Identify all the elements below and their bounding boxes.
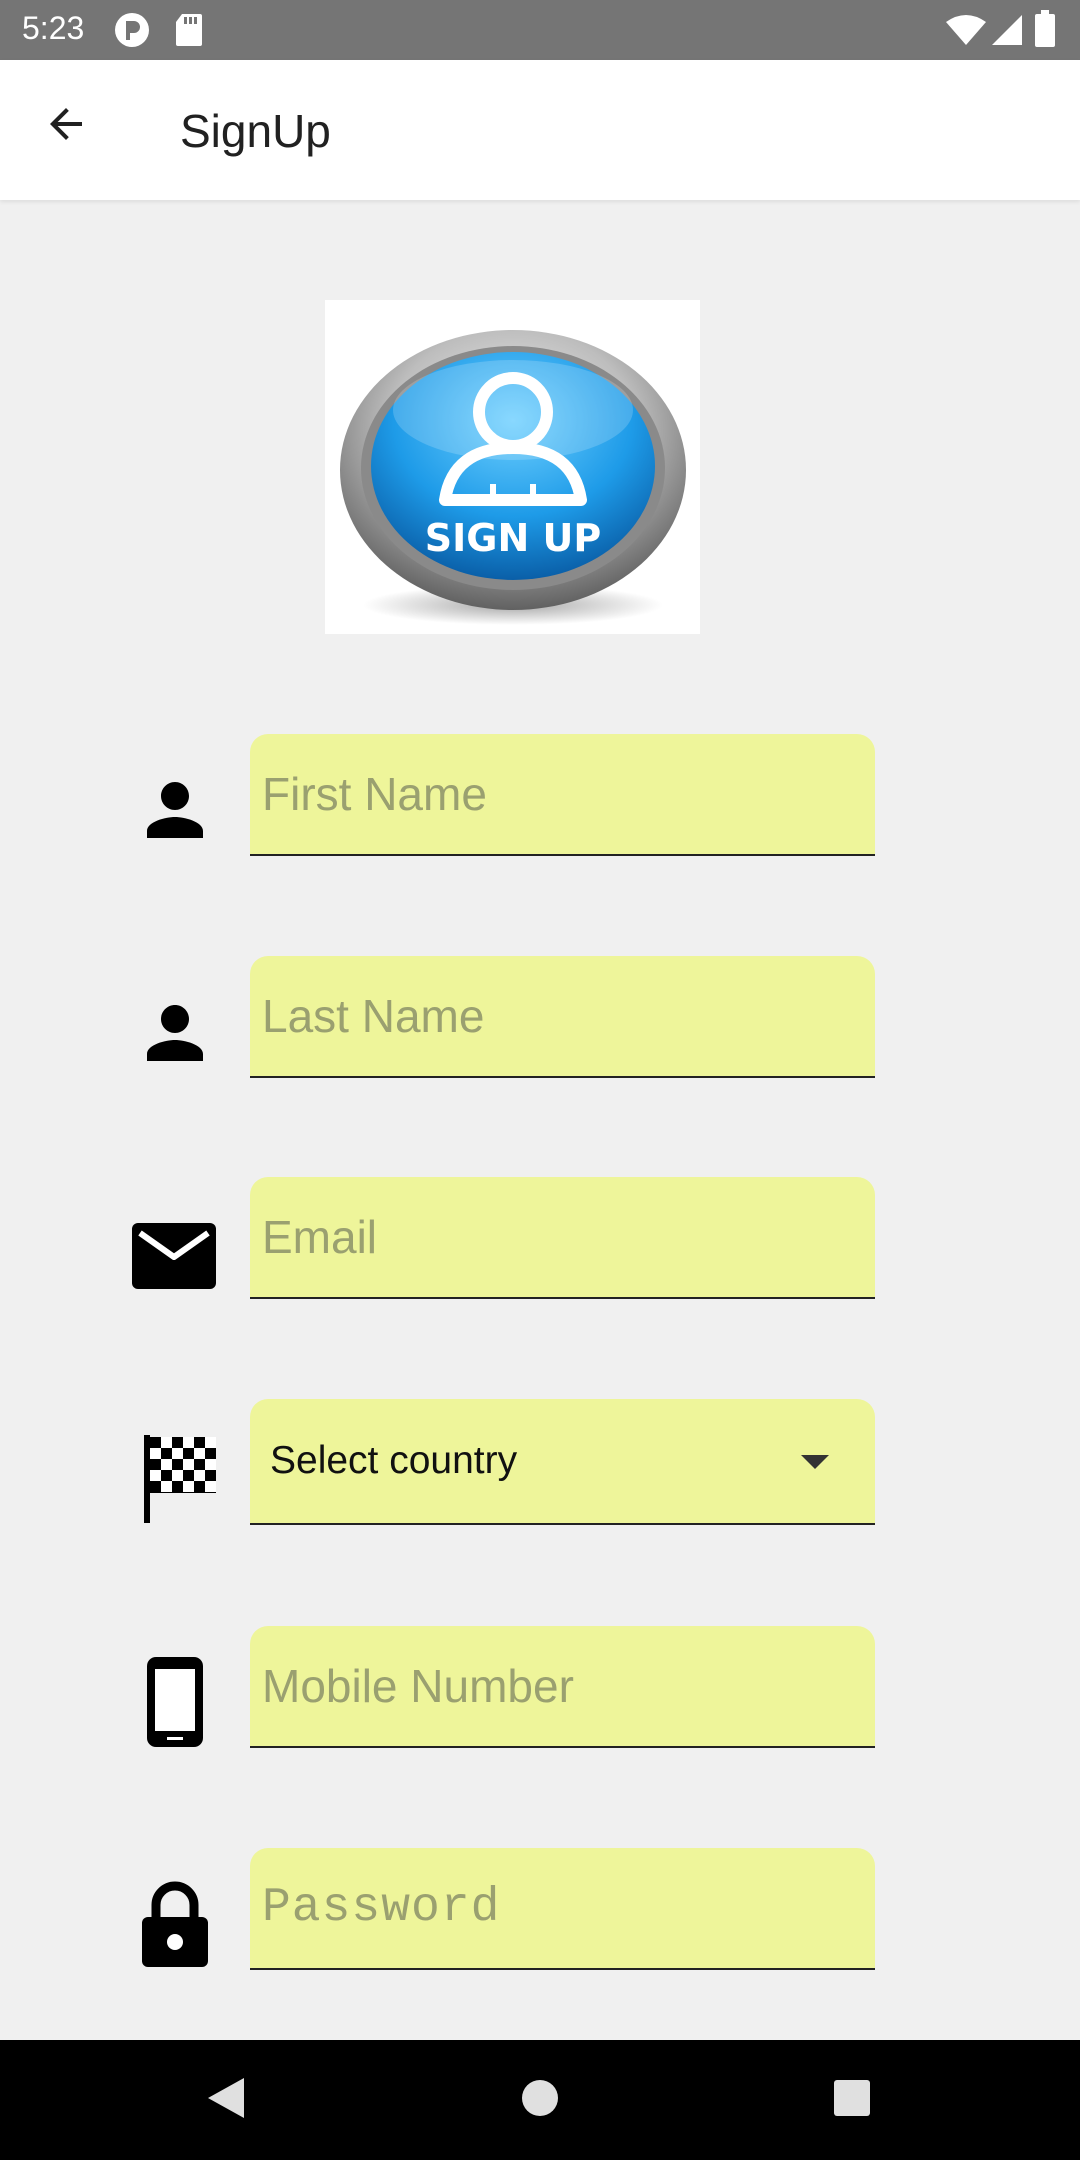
wifi-icon bbox=[946, 14, 986, 51]
flag-icon bbox=[130, 1430, 226, 1526]
nav-back-button[interactable] bbox=[196, 2070, 256, 2130]
sd-card-icon bbox=[174, 12, 204, 53]
battery-icon bbox=[1034, 10, 1056, 53]
logo-text: SIGN UP bbox=[425, 516, 601, 560]
last-name-input[interactable] bbox=[250, 956, 875, 1076]
last-name-field[interactable] bbox=[250, 956, 875, 1078]
nav-home-button[interactable] bbox=[510, 2070, 570, 2130]
signup-logo: SIGN UP bbox=[325, 300, 700, 634]
system-nav-bar bbox=[0, 2040, 1080, 2160]
email-field[interactable] bbox=[250, 1177, 875, 1299]
mail-icon bbox=[127, 1205, 223, 1301]
country-select-value: Select country bbox=[270, 1439, 518, 1482]
email-input[interactable] bbox=[250, 1177, 875, 1297]
password-input[interactable] bbox=[250, 1848, 875, 1968]
page-title: SignUp bbox=[180, 105, 331, 157]
password-field[interactable] bbox=[250, 1848, 875, 1970]
recents-square-icon bbox=[833, 2079, 871, 2122]
back-button[interactable] bbox=[30, 90, 102, 162]
person-icon bbox=[127, 762, 223, 858]
phone-icon bbox=[127, 1654, 223, 1750]
mobile-number-field[interactable] bbox=[250, 1626, 875, 1748]
person-icon bbox=[127, 985, 223, 1081]
arrow-left-icon bbox=[42, 100, 90, 153]
nav-recents-button[interactable] bbox=[822, 2070, 882, 2130]
country-select[interactable]: Select country bbox=[250, 1399, 875, 1525]
first-name-input[interactable] bbox=[250, 734, 875, 854]
status-bar: 5:23 bbox=[0, 0, 1080, 60]
first-name-field[interactable] bbox=[250, 734, 875, 856]
status-time: 5:23 bbox=[22, 10, 85, 46]
app-bar: SignUp bbox=[0, 60, 1080, 200]
mobile-number-input[interactable] bbox=[250, 1626, 875, 1746]
lock-icon bbox=[127, 1876, 223, 1972]
dropdown-arrow-icon bbox=[801, 1455, 829, 1469]
sim-icon bbox=[114, 12, 150, 53]
home-circle-icon bbox=[520, 2078, 560, 2123]
back-triangle-icon bbox=[206, 2076, 246, 2125]
signal-icon bbox=[990, 14, 1024, 51]
